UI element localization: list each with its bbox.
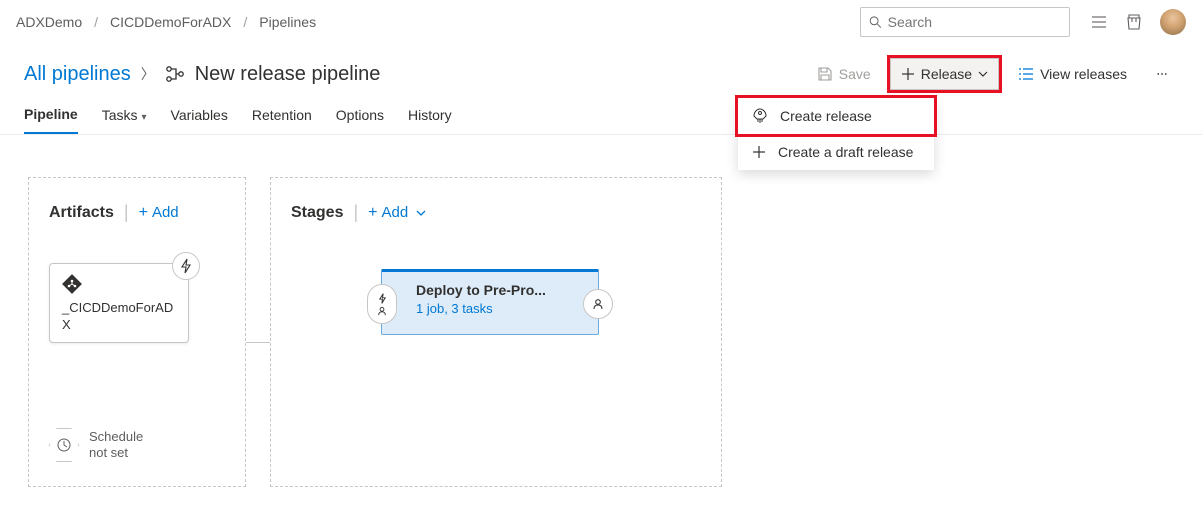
lightning-icon [180, 258, 192, 274]
schedule-row: Schedule not set [49, 428, 143, 462]
clock-icon [57, 438, 71, 452]
breadcrumb-separator: / [94, 14, 98, 30]
person-icon [592, 298, 604, 310]
chevron-down-icon: ▾ [141, 112, 146, 123]
page-breadcrumb: All pipelines 〉 New release pipeline [24, 63, 806, 86]
view-releases-button[interactable]: View releases [1007, 58, 1138, 90]
add-artifact-button[interactable]: + Add [139, 204, 179, 222]
create-release-item[interactable]: Create release [738, 98, 934, 134]
separator: | [124, 202, 129, 223]
marketplace-icon[interactable] [1126, 13, 1142, 31]
tab-history[interactable]: History [408, 107, 452, 133]
release-dropdown: Create release Create a draft release [738, 98, 934, 170]
post-deployment-conditions[interactable] [583, 289, 613, 319]
tab-retention[interactable]: Retention [252, 107, 312, 133]
pipeline-icon [165, 65, 185, 83]
rocket-icon [752, 108, 768, 124]
artifact-card[interactable]: _CICDDemoForADX [49, 263, 189, 343]
tab-variables[interactable]: Variables [171, 107, 228, 133]
more-button[interactable] [1146, 58, 1178, 90]
plus-icon [901, 67, 915, 81]
search-input[interactable] [888, 14, 1061, 30]
lightning-icon [378, 293, 387, 304]
all-pipelines-link[interactable]: All pipelines [24, 63, 131, 86]
create-draft-release-item[interactable]: Create a draft release [738, 134, 934, 170]
artifact-trigger-button[interactable] [172, 252, 200, 280]
pre-deployment-conditions[interactable] [367, 284, 397, 324]
artifact-name: _CICDDemoForADX [62, 300, 176, 334]
schedule-label: Schedule not set [89, 429, 143, 460]
save-button: Save [806, 58, 882, 90]
breadcrumb-org[interactable]: ADXDemo [16, 14, 82, 30]
stage-card[interactable]: Deploy to Pre-Pro... 1 job, 3 tasks [381, 269, 599, 335]
user-avatar[interactable] [1160, 9, 1186, 35]
save-icon [817, 66, 833, 82]
stages-panel: Stages | + Add Deploy to Pre-Pro... 1 jo… [270, 177, 722, 487]
artifacts-panel: Artifacts | + Add _CICDDemoForADX Schedu… [28, 177, 246, 487]
breadcrumb-project[interactable]: CICDDemoForADX [110, 14, 231, 30]
chevron-down-icon [978, 71, 988, 77]
breadcrumb-section[interactable]: Pipelines [259, 14, 316, 30]
add-stage-button[interactable]: + Add [368, 204, 426, 222]
stages-title: Stages [291, 204, 343, 222]
stage-name: Deploy to Pre-Pro... [416, 282, 564, 298]
release-button[interactable]: Release [890, 58, 999, 90]
search-icon [869, 15, 882, 29]
person-icon [377, 306, 387, 316]
breadcrumb-separator: / [243, 14, 247, 30]
tab-options[interactable]: Options [336, 107, 384, 133]
tab-pipeline[interactable]: Pipeline [24, 106, 78, 134]
artifacts-title: Artifacts [49, 204, 114, 222]
separator: | [353, 202, 358, 223]
plus-icon: + [139, 204, 148, 222]
breadcrumb-top: ADXDemo / CICDDemoForADX / Pipelines [16, 14, 860, 30]
tabs: Pipeline Tasks▾ Variables Retention Opti… [0, 90, 1202, 135]
chevron-right-icon: 〉 [141, 64, 155, 84]
plus-icon: + [368, 204, 377, 222]
tab-tasks[interactable]: Tasks▾ [102, 107, 147, 133]
plus-icon [752, 145, 766, 159]
list-detail-icon [1018, 67, 1034, 81]
schedule-button[interactable] [49, 428, 79, 462]
list-icon[interactable] [1090, 13, 1108, 31]
search-box[interactable] [860, 7, 1070, 37]
git-icon [62, 274, 176, 294]
ellipsis-icon [1157, 72, 1167, 76]
stage-tasks-link[interactable]: 1 job, 3 tasks [416, 301, 564, 316]
page-title: New release pipeline [195, 63, 381, 86]
chevron-down-icon [416, 210, 426, 216]
